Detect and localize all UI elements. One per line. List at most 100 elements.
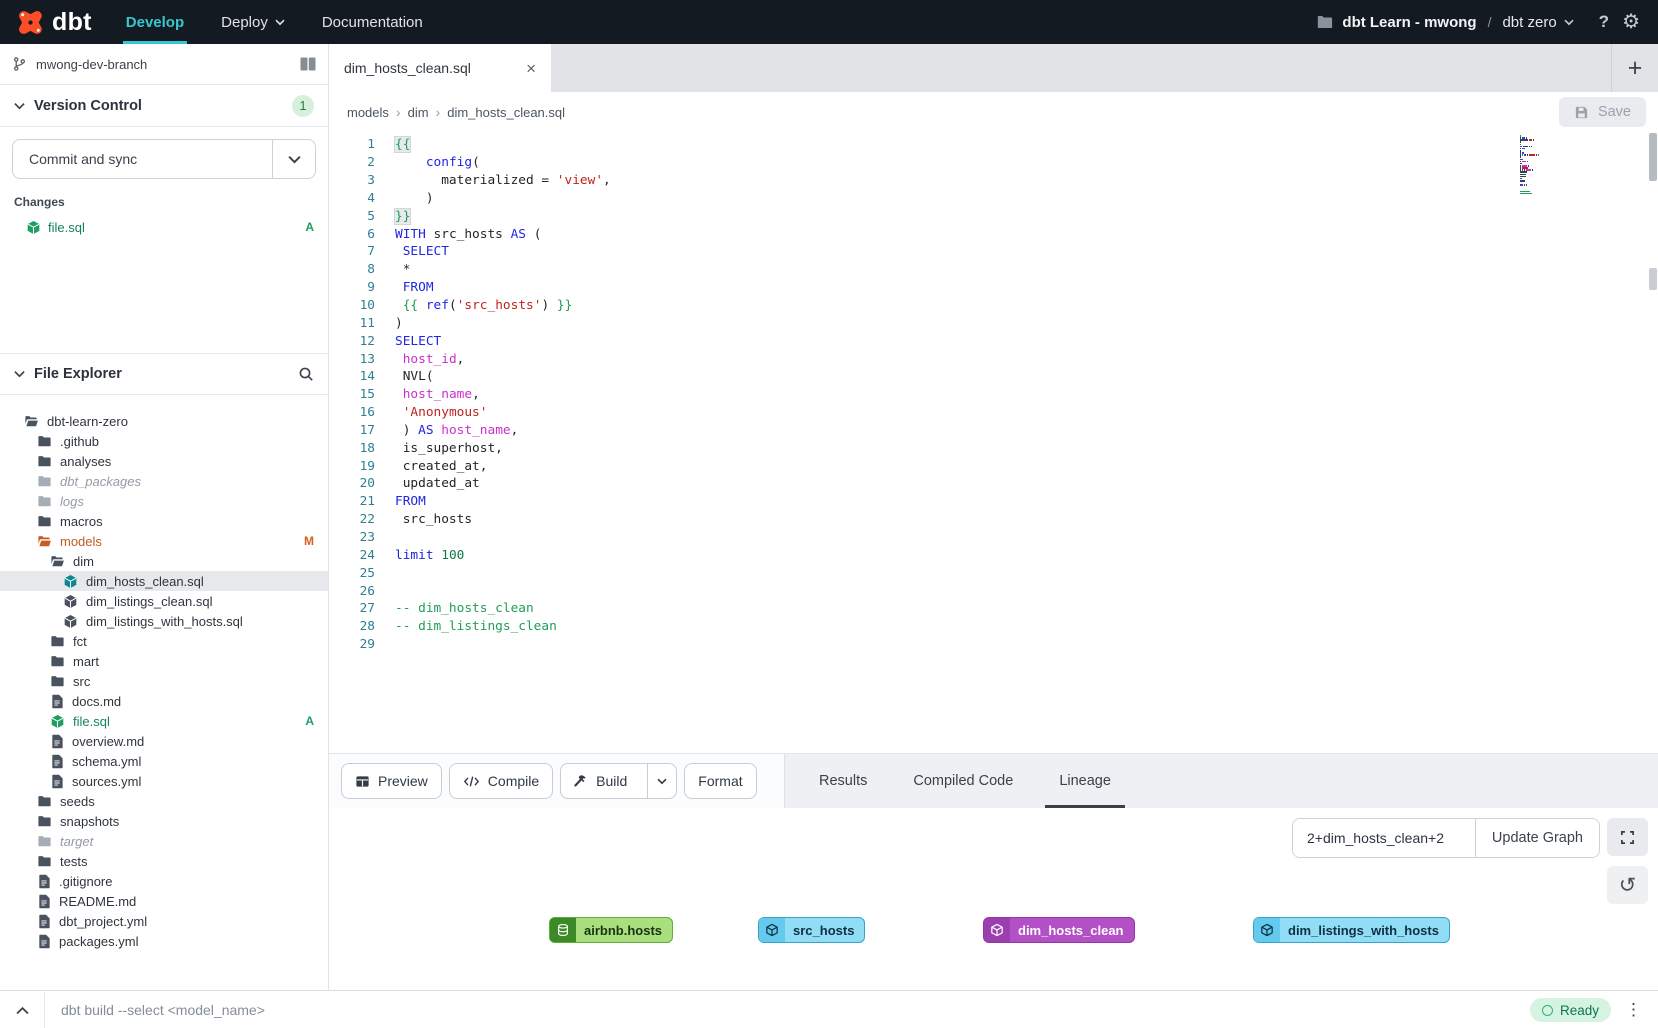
tree-item-sources.yml[interactable]: sources.yml xyxy=(0,771,328,791)
project-name[interactable]: dbt Learn - mwong xyxy=(1342,14,1476,31)
version-control-header[interactable]: Version Control 1 xyxy=(0,85,328,127)
save-button[interactable]: Save xyxy=(1559,97,1646,127)
code-line-21[interactable]: 21FROM xyxy=(329,493,1658,511)
tree-item-mart[interactable]: mart xyxy=(0,651,328,671)
editor-scrollbar-segment[interactable] xyxy=(1649,268,1657,290)
code-line-2[interactable]: 2 config( xyxy=(329,154,1658,172)
commit-and-sync-button[interactable]: Commit and sync xyxy=(12,139,316,179)
code-line-26[interactable]: 26 xyxy=(329,582,1658,600)
changed-file-file.sql[interactable]: file.sqlA xyxy=(0,216,328,238)
editor-scrollbar-thumb[interactable] xyxy=(1649,133,1657,181)
code-line-16[interactable]: 16 'Anonymous' xyxy=(329,404,1658,422)
build-options-caret[interactable] xyxy=(647,764,676,798)
preview-button[interactable]: Preview xyxy=(341,763,442,799)
update-graph-button[interactable]: Update Graph xyxy=(1475,819,1599,857)
code-line-28[interactable]: 28-- dim_listings_clean xyxy=(329,618,1658,636)
tree-item-target[interactable]: target xyxy=(0,831,328,851)
tree-item-analyses[interactable]: analyses xyxy=(0,451,328,471)
tree-item-README.md[interactable]: README.md xyxy=(0,891,328,911)
search-icon[interactable] xyxy=(298,366,314,382)
tree-item-macros[interactable]: macros xyxy=(0,511,328,531)
code-line-9[interactable]: 9 FROM xyxy=(329,279,1658,297)
code-line-4[interactable]: 4 ) xyxy=(329,190,1658,208)
lineage-node-dim_listings_with_hosts[interactable]: dim_listings_with_hosts xyxy=(1253,917,1450,943)
tab-dim-hosts-clean[interactable]: dim_hosts_clean.sql × xyxy=(329,44,551,92)
tree-item-dbt-learn-zero[interactable]: dbt-learn-zero xyxy=(0,411,328,431)
code-line-12[interactable]: 12SELECT xyxy=(329,332,1658,350)
code-line-23[interactable]: 23 xyxy=(329,529,1658,547)
code-line-27[interactable]: 27-- dim_hosts_clean xyxy=(329,600,1658,618)
environment-select[interactable]: dbt zero xyxy=(1502,14,1573,31)
code-line-19[interactable]: 19 created_at, xyxy=(329,457,1658,475)
code-editor[interactable]: 1{{2 config(3 materialized = 'view',4 )5… xyxy=(329,132,1658,753)
breadcrumb-dim[interactable]: dim xyxy=(408,105,429,120)
code-line-24[interactable]: 24limit 100 xyxy=(329,546,1658,564)
fullscreen-button[interactable] xyxy=(1607,818,1648,856)
tree-item-fct[interactable]: fct xyxy=(0,631,328,651)
tree-item-tests[interactable]: tests xyxy=(0,851,328,871)
code-line-3[interactable]: 3 materialized = 'view', xyxy=(329,172,1658,190)
code-line-29[interactable]: 29 xyxy=(329,636,1658,654)
code-line-5[interactable]: 5}} xyxy=(329,207,1658,225)
commit-options-caret[interactable] xyxy=(272,140,315,178)
lineage-node-src_hosts[interactable]: src_hosts xyxy=(758,917,865,943)
code-line-8[interactable]: 8 * xyxy=(329,261,1658,279)
dbt-logo[interactable]: dbt xyxy=(16,8,92,37)
breadcrumb-dim_hosts_clean.sql[interactable]: dim_hosts_clean.sql xyxy=(447,105,565,120)
lineage-node-dim_hosts_clean[interactable]: dim_hosts_clean xyxy=(983,917,1135,943)
new-tab-button[interactable]: + xyxy=(1611,44,1658,92)
lineage-node-airbnb.hosts[interactable]: airbnb.hosts xyxy=(549,917,673,943)
code-line-1[interactable]: 1{{ xyxy=(329,136,1658,154)
tree-item-dim_listings_with_hosts.sql[interactable]: dim_listings_with_hosts.sql xyxy=(0,611,328,631)
tab-results[interactable]: Results xyxy=(819,754,867,808)
breadcrumb-models[interactable]: models xyxy=(347,105,389,120)
split-view-icon[interactable] xyxy=(300,57,316,71)
settings-gear-icon[interactable]: ⚙ xyxy=(1622,12,1640,32)
code-line-17[interactable]: 17 ) AS host_name, xyxy=(329,422,1658,440)
code-line-14[interactable]: 14 NVL( xyxy=(329,368,1658,386)
tab-lineage[interactable]: Lineage xyxy=(1059,754,1111,808)
tree-item-models[interactable]: modelsM xyxy=(0,531,328,551)
code-line-18[interactable]: 18 is_superhost, xyxy=(329,439,1658,457)
dbt-command-input[interactable] xyxy=(45,1001,1530,1019)
tree-item-dim_listings_clean.sql[interactable]: dim_listings_clean.sql xyxy=(0,591,328,611)
tree-item-docs.md[interactable]: docs.md xyxy=(0,691,328,711)
code-line-25[interactable]: 25 xyxy=(329,564,1658,582)
tree-item-logs[interactable]: logs xyxy=(0,491,328,511)
nav-item-develop[interactable]: Develop xyxy=(126,0,184,44)
tree-item-schema.yml[interactable]: schema.yml xyxy=(0,751,328,771)
nav-item-deploy[interactable]: Deploy xyxy=(221,0,285,44)
nav-item-documentation[interactable]: Documentation xyxy=(322,0,423,44)
help-icon[interactable]: ? xyxy=(1599,12,1609,32)
tree-item-seeds[interactable]: seeds xyxy=(0,791,328,811)
lineage-selector-input[interactable] xyxy=(1293,819,1475,857)
code-line-11[interactable]: 11) xyxy=(329,314,1658,332)
tree-item-src[interactable]: src xyxy=(0,671,328,691)
format-button[interactable]: Format xyxy=(684,763,756,799)
code-line-7[interactable]: 7 SELECT xyxy=(329,243,1658,261)
tree-item-.github[interactable]: .github xyxy=(0,431,328,451)
code-line-10[interactable]: 10 {{ ref('src_hosts') }} xyxy=(329,297,1658,315)
build-button[interactable]: Build xyxy=(560,763,677,799)
tree-item-dim[interactable]: dim xyxy=(0,551,328,571)
tree-item-dim_hosts_clean.sql[interactable]: dim_hosts_clean.sql xyxy=(0,571,328,591)
chevron-up-icon[interactable] xyxy=(0,1006,44,1015)
tree-item-.gitignore[interactable]: .gitignore xyxy=(0,871,328,891)
close-icon[interactable]: × xyxy=(526,60,536,77)
tree-item-snapshots[interactable]: snapshots xyxy=(0,811,328,831)
tab-compiled-code[interactable]: Compiled Code xyxy=(913,754,1013,808)
tree-item-dbt_project.yml[interactable]: dbt_project.yml xyxy=(0,911,328,931)
kebab-menu-icon[interactable]: ⋮ xyxy=(1625,1000,1642,1020)
reset-view-button[interactable]: ↺ xyxy=(1607,866,1648,904)
code-line-15[interactable]: 15 host_name, xyxy=(329,386,1658,404)
file-explorer-header[interactable]: File Explorer xyxy=(0,353,328,395)
tree-item-file.sql[interactable]: file.sqlA xyxy=(0,711,328,731)
tree-item-packages.yml[interactable]: packages.yml xyxy=(0,931,328,951)
code-line-22[interactable]: 22 src_hosts xyxy=(329,511,1658,529)
tree-item-dbt_packages[interactable]: dbt_packages xyxy=(0,471,328,491)
code-line-6[interactable]: 6WITH src_hosts AS ( xyxy=(329,225,1658,243)
tree-item-overview.md[interactable]: overview.md xyxy=(0,731,328,751)
code-line-20[interactable]: 20 updated_at xyxy=(329,475,1658,493)
code-line-13[interactable]: 13 host_id, xyxy=(329,350,1658,368)
compile-button[interactable]: Compile xyxy=(449,763,553,799)
